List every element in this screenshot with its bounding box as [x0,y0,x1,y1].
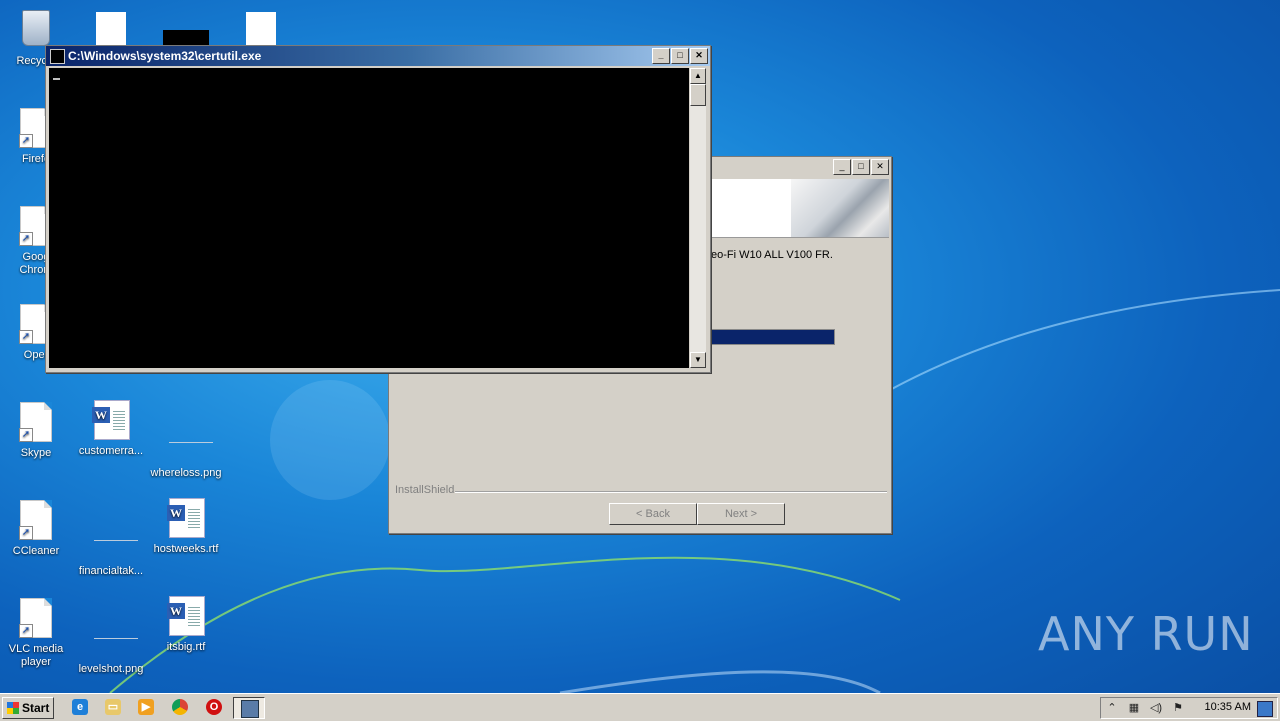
desktop-icon-label: whereloss.png [150,467,222,479]
anyrun-watermark: ANY RUN [1038,607,1254,661]
hidden-desktop-file-icon[interactable] [96,12,126,46]
desktop-icon-customerra[interactable]: W customerra... [73,400,149,458]
network-icon[interactable]: ▦ [1127,701,1141,715]
image-file-icon [94,520,138,562]
banner-graphic-icon [791,179,889,237]
internet-explorer-icon[interactable]: e [72,699,88,715]
desktop-icon-levelshot[interactable]: levelshot.png [73,598,149,676]
opera-icon[interactable]: O [206,699,222,715]
desktop-icon-vlc[interactable]: ➚ VLC media player [0,598,74,669]
start-label: Start [22,701,50,715]
desktop-icon-label: customerra... [78,445,144,457]
maximize-button[interactable]: □ [671,48,689,64]
minimize-button[interactable]: _ [652,48,670,64]
desktop-icon-hostweeks[interactable]: W hostweeks.rtf [148,498,224,556]
close-button[interactable]: ✕ [871,159,889,175]
hidden-desktop-file-icon[interactable] [246,12,276,46]
console-titlebar[interactable]: C:\Windows\system32\certutil.exe _ □ ✕ [46,46,710,66]
word-document-icon: W [167,498,205,540]
file-shortcut-icon: ➚ [19,598,53,640]
console-output[interactable] [49,68,689,368]
installshield-brand: InstallShield [395,484,455,496]
desktop-icon-itsbig[interactable]: W itsbig.rtf [148,596,224,654]
desktop-icon-label: hostweeks.rtf [153,543,219,555]
taskbar: Start e ▭ ▶ O ⌃ ▦ ◁) ⚑ 10:35 AM [0,693,1280,721]
clock[interactable]: 10:35 AM [1205,701,1251,713]
scroll-thumb[interactable] [690,84,706,106]
console-window[interactable]: C:\Windows\system32\certutil.exe _ □ ✕ ▲… [45,45,711,373]
windows-logo-icon [7,702,19,714]
chrome-icon[interactable] [172,699,188,715]
close-button[interactable]: ✕ [690,48,708,64]
desktop-icon-label: itsbig.rtf [166,641,206,653]
action-center-flag-icon[interactable]: ⚑ [1171,701,1185,715]
volume-icon[interactable]: ◁) [1149,701,1163,715]
hidden-desktop-image-icon[interactable] [163,30,209,46]
file-explorer-icon[interactable]: ▭ [105,699,121,715]
show-desktop-icon[interactable] [1257,701,1273,717]
minimize-button[interactable]: _ [833,159,851,175]
desktop-icon-label: VLC media player [8,643,64,668]
desktop-icon-ccleaner[interactable]: ➚ CCleaner [0,500,74,558]
maximize-button[interactable]: □ [852,159,870,175]
image-file-icon [169,422,213,464]
desktop-icon-label: levelshot.png [78,663,144,675]
taskbar-item-installer[interactable] [233,697,265,719]
image-file-icon [94,618,138,660]
scroll-up-arrow-icon[interactable]: ▲ [690,68,706,84]
scroll-down-arrow-icon[interactable]: ▼ [690,352,706,368]
desktop-icon-label: Skype [20,447,52,459]
desktop-icon-label: financialtak... [78,565,144,577]
console-scrollbar[interactable]: ▲ ▼ [690,68,706,368]
desktop-icon-financialtak[interactable]: financialtak... [73,500,149,578]
show-hidden-icons-icon[interactable]: ⌃ [1105,701,1119,715]
next-button[interactable]: Next > [697,503,785,525]
console-title: C:\Windows\system32\certutil.exe [68,49,262,63]
console-cursor [53,78,60,80]
start-button[interactable]: Start [2,697,54,719]
console-app-icon[interactable] [50,49,65,64]
back-button[interactable]: < Back [609,503,697,525]
installer-message: eo-Fi W10 ALL V100 FR. [711,249,833,261]
desktop-icon-label: CCleaner [12,545,60,557]
installer-task-icon [241,700,259,718]
desktop-icon-whereloss[interactable]: whereloss.png [148,402,224,480]
desktop-icon-skype[interactable]: ➚ Skype [0,402,74,460]
file-shortcut-icon: ➚ [19,402,53,444]
system-tray: ⌃ ▦ ◁) ⚑ 10:35 AM [1100,697,1278,719]
word-document-icon: W [92,400,130,442]
install-progress-bar [711,329,835,345]
file-shortcut-icon: ➚ [19,500,53,542]
word-document-icon: W [167,596,205,638]
divider [455,491,887,493]
media-player-icon[interactable]: ▶ [138,699,154,715]
progress-fill [712,330,834,344]
